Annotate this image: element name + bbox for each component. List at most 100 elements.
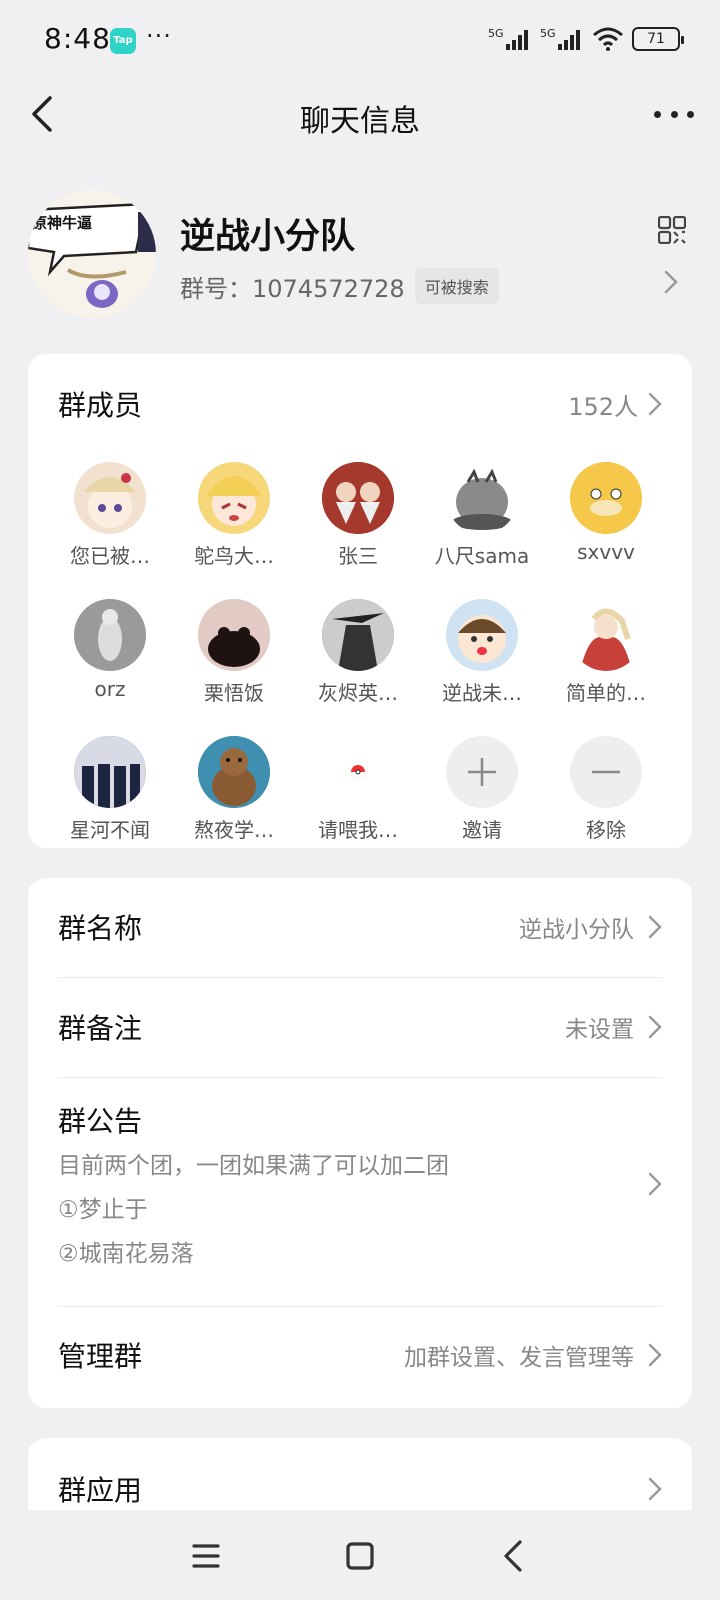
announcement-line: ①梦止于 <box>58 1197 148 1223</box>
member-name: 您已被… <box>70 544 150 568</box>
header: 聊天信息 <box>0 84 720 146</box>
tap-app-icon: Tap <box>110 28 136 54</box>
members-count: 152人 <box>568 392 638 421</box>
searchable-badge: 可被搜索 <box>414 268 499 304</box>
member-avatar <box>74 599 146 671</box>
invite-label: 邀请 <box>462 818 502 842</box>
member-avatar <box>322 736 394 808</box>
menu-icon[interactable] <box>186 1536 226 1576</box>
member-item[interactable]: 逆战未… <box>420 599 544 706</box>
group-apps-label: 群应用 <box>58 1474 143 1507</box>
member-item[interactable]: 请喂我… <box>296 736 420 843</box>
member-avatar <box>74 736 146 808</box>
members-grid: 您已被… 鸵鸟大… 张三 八尺sama sxvvv orz 栗悟饭 灰烬英… 逆… <box>48 462 672 843</box>
battery-icon: 71 <box>632 27 684 51</box>
status-bar: 8:48 Tap ··· 5G 5G 71 <box>0 0 720 84</box>
remove-label: 移除 <box>586 818 626 842</box>
wifi-icon <box>593 27 623 51</box>
member-name: 张三 <box>338 544 378 568</box>
more-notifications-icon: ··· <box>146 22 172 50</box>
announcement-row[interactable]: 群公告 目前两个团，一团如果满了可以加二团 ①梦止于 ②城南花易落 <box>58 1100 662 1280</box>
settings-card: 群名称 逆战小分队 群备注 未设置 群公告 目前两个团，一团如果满了可以加二团 … <box>28 878 692 1408</box>
member-name: 熬夜学… <box>194 818 274 842</box>
divider <box>58 977 662 978</box>
group-name-row[interactable]: 群名称 逆战小分队 <box>58 904 662 950</box>
members-title: 群成员 <box>58 389 143 422</box>
divider <box>58 1077 662 1078</box>
status-icons: 5G 5G 71 <box>488 26 684 52</box>
member-name: orz <box>94 677 126 701</box>
members-header[interactable]: 群成员 152人 <box>58 384 662 424</box>
member-name: sxvvv <box>577 540 635 564</box>
member-item[interactable]: 熬夜学… <box>172 736 296 843</box>
member-name: 鸵鸟大… <box>194 544 274 568</box>
member-avatar <box>446 462 518 534</box>
group-id-row: 群号：1074572728 可被搜索 <box>180 268 499 304</box>
group-apps-row[interactable]: 群应用 <box>58 1466 662 1512</box>
svg-text:原神牛逼: 原神牛逼 <box>32 214 92 232</box>
member-avatar <box>198 599 270 671</box>
chevron-right-icon <box>648 1172 662 1196</box>
page-title: 聊天信息 <box>300 104 420 139</box>
back-nav-icon[interactable] <box>494 1536 534 1576</box>
svg-text:5G: 5G <box>488 27 504 40</box>
member-avatar <box>74 462 146 534</box>
member-item[interactable]: 栗悟饭 <box>172 599 296 706</box>
group-remark-row[interactable]: 群备注 未设置 <box>58 1004 662 1050</box>
manage-group-row[interactable]: 管理群 加群设置、发言管理等 <box>58 1332 662 1378</box>
member-avatar <box>198 462 270 534</box>
members-card: 群成员 152人 您已被… 鸵鸟大… 张三 八尺sama sxvvv orz 栗… <box>28 354 692 848</box>
group-name: 逆战小分队 <box>180 217 356 257</box>
manage-group-value: 加群设置、发言管理等 <box>404 1345 634 1371</box>
chevron-right-icon <box>648 392 662 416</box>
member-avatar <box>322 462 394 534</box>
group-remark-value: 未设置 <box>565 1017 634 1043</box>
cellular-signal-2-icon: 5G <box>540 27 580 50</box>
svg-text:5G: 5G <box>540 27 556 40</box>
member-item[interactable]: 灰烬英… <box>296 599 420 706</box>
member-name: 简单的… <box>566 681 646 705</box>
member-item[interactable]: 张三 <box>296 462 420 569</box>
chevron-right-icon <box>648 915 662 939</box>
home-icon[interactable] <box>340 1536 380 1576</box>
member-name: 栗悟饭 <box>204 681 264 705</box>
manage-group-label: 管理群 <box>58 1340 143 1373</box>
chevron-right-icon <box>648 1343 662 1367</box>
member-avatar <box>570 462 642 534</box>
group-avatar[interactable]: 原神牛逼 <box>28 190 156 318</box>
member-item[interactable]: 您已被… <box>48 462 172 569</box>
status-time: 8:48 <box>44 22 111 55</box>
group-name-label: 群名称 <box>58 912 143 945</box>
chevron-right-icon <box>648 1477 662 1501</box>
member-item[interactable]: 星河不闻 <box>48 736 172 843</box>
member-name: 请喂我… <box>318 818 398 842</box>
announcement-line: ②城南花易落 <box>58 1241 194 1267</box>
chevron-right-icon <box>664 270 678 294</box>
member-avatar <box>446 599 518 671</box>
cellular-signal-icon: 5G <box>488 27 528 50</box>
announcement-content: 群公告 目前两个团，一团如果满了可以加二团 ①梦止于 ②城南花易落 <box>58 1100 449 1276</box>
member-name: 逆战未… <box>442 681 522 705</box>
member-name: 灰烬英… <box>318 681 398 705</box>
plus-icon[interactable] <box>446 736 518 808</box>
remove-member-button[interactable]: 移除 <box>544 736 668 843</box>
member-item[interactable]: 八尺sama <box>420 462 544 569</box>
invite-member-button[interactable]: 邀请 <box>420 736 544 843</box>
member-item[interactable]: 简单的… <box>544 599 668 706</box>
minus-icon[interactable] <box>570 736 642 808</box>
qr-code-icon[interactable] <box>658 216 686 244</box>
member-avatar <box>570 599 642 671</box>
group-remark-label: 群备注 <box>58 1012 143 1045</box>
system-nav-bar <box>0 1510 720 1600</box>
member-avatar <box>198 736 270 808</box>
member-name: 八尺sama <box>434 544 530 568</box>
group-info[interactable]: 原神牛逼 逆战小分队 群号：1074572728 可被搜索 <box>28 190 692 320</box>
member-item[interactable]: 鸵鸟大… <box>172 462 296 569</box>
member-item[interactable]: sxvvv <box>544 462 668 569</box>
chevron-right-icon <box>648 1015 662 1039</box>
member-avatar <box>322 599 394 671</box>
more-options-icon[interactable] <box>654 94 694 134</box>
member-item[interactable]: orz <box>48 599 172 706</box>
member-name: 星河不闻 <box>70 818 150 842</box>
divider <box>58 1306 662 1307</box>
